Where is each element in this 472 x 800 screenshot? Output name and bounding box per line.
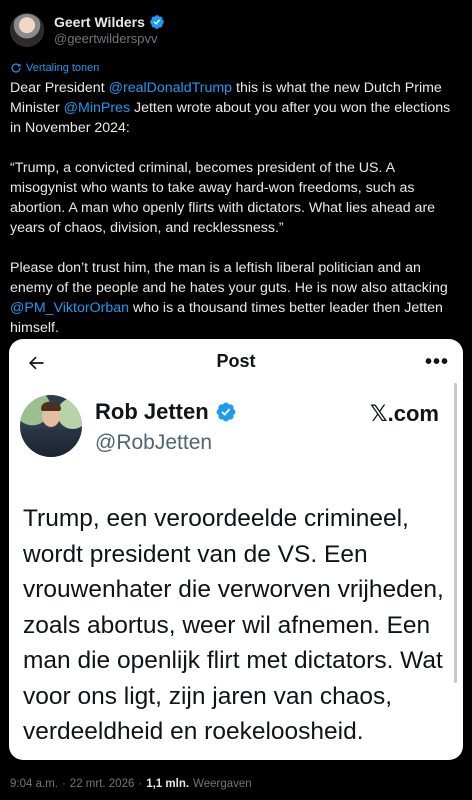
mention-link[interactable]: @MinPres	[64, 100, 130, 116]
embed-author-handle: @RobJetten	[95, 431, 213, 454]
tweet-text-segment: Please don’t trust him, the man is a lef…	[10, 260, 448, 296]
more-options-icon: •••	[424, 351, 449, 373]
tweet-text-segment: Dear President	[10, 80, 109, 96]
tweet-footer: 9:04 a.m. · 22 mrt. 2026 · 1,1 mln. Weer…	[10, 778, 252, 790]
translate-icon	[11, 63, 21, 73]
author-name[interactable]: Geert Wilders	[54, 14, 145, 30]
verified-badge-icon	[150, 15, 164, 29]
embed-name-row: Rob Jetten	[95, 399, 237, 425]
author-handle[interactable]: @geertwilderspvv	[54, 31, 165, 46]
author-name-row: Geert Wilders	[54, 14, 165, 30]
mention-link[interactable]: @realDonaldTrump	[109, 80, 232, 96]
tweet-paragraph-2: “Trump, a convicted criminal, becomes pr…	[10, 160, 436, 236]
tweet-header: Geert Wilders @geertwilderspvv	[10, 10, 165, 50]
translate-link[interactable]: Vertaling tonen	[10, 62, 99, 74]
tweet-body: Dear President @realDonaldTrump this is …	[10, 78, 462, 358]
views-count: 1,1 mln.	[146, 778, 190, 790]
embed-topbar: Post •••	[9, 339, 463, 387]
views-label: Weergaven	[193, 778, 252, 790]
footer-separator: ·	[61, 778, 66, 790]
embed-verified-badge-icon	[216, 402, 236, 422]
mention-link[interactable]: @PM_ViktorOrban	[10, 300, 129, 316]
embed-scrollbar	[454, 383, 457, 683]
author-avatar[interactable]	[10, 13, 44, 47]
embed-post-title: Post	[216, 351, 256, 371]
embed-post-text: Trump, een veroordeelde crimineel, wordt…	[23, 505, 444, 745]
embed-author-name: Rob Jetten	[95, 399, 209, 424]
tweet-paragraph-1: Dear President @realDonaldTrump this is …	[10, 78, 462, 138]
translate-label[interactable]: Vertaling tonen	[26, 62, 99, 74]
embed-avatar	[20, 395, 82, 457]
embedded-screenshot[interactable]: Post ••• Rob Jetten @RobJetten 𝕏.com Tru…	[9, 339, 463, 760]
footer-separator: ·	[138, 778, 143, 790]
tweet-date[interactable]: 22 mrt. 2026	[70, 778, 135, 790]
tweet-paragraph-3: Please don’t trust him, the man is a lef…	[10, 258, 462, 338]
tweet-time[interactable]: 9:04 a.m.	[10, 778, 58, 790]
author-info: Geert Wilders @geertwilderspvv	[54, 14, 165, 46]
x-com-logo: 𝕏.com	[369, 401, 439, 426]
